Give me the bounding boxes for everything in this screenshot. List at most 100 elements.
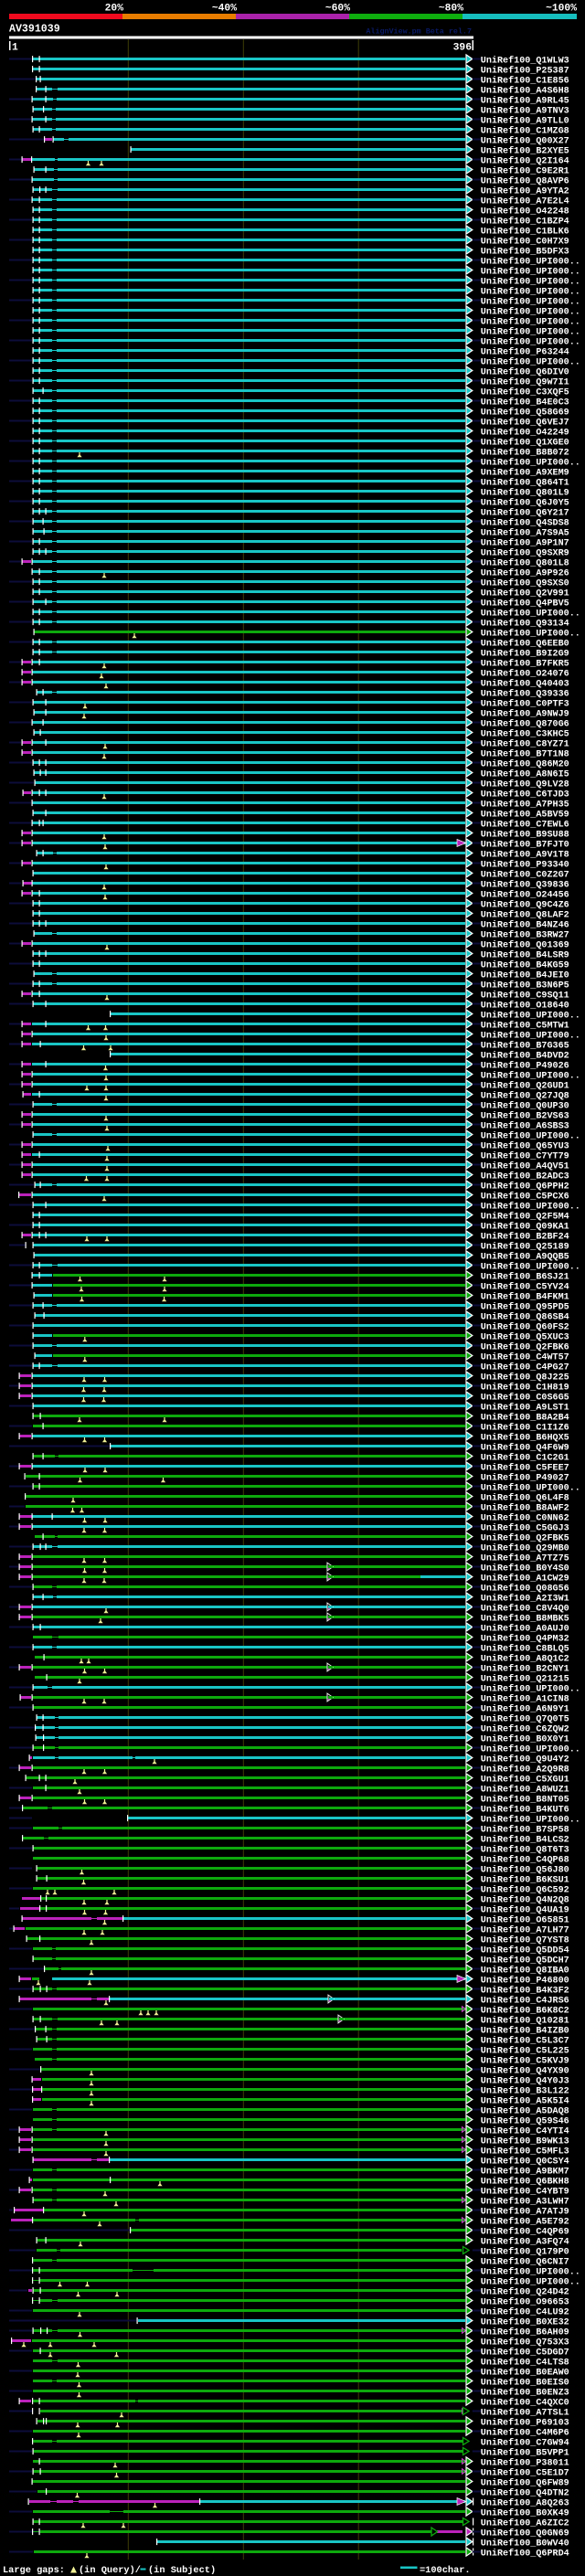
svg-text:UniRef100_B8AWF2: UniRef100_B8AWF2 bbox=[481, 1503, 569, 1514]
svg-text:UniRef100_Q2GUD1: UniRef100_Q2GUD1 bbox=[481, 1081, 569, 1092]
svg-text:UniRef100_C4YTI4: UniRef100_C4YTI4 bbox=[481, 2126, 569, 2137]
svg-text:UniRef100_Q00X27: UniRef100_Q00X27 bbox=[481, 136, 569, 147]
svg-text:UniRef100_P93340: UniRef100_P93340 bbox=[481, 860, 569, 871]
svg-text:UniRef100_B4E0C3: UniRef100_B4E0C3 bbox=[481, 398, 569, 408]
svg-text:UniRef100_Q1WLW3: UniRef100_Q1WLW3 bbox=[481, 56, 569, 67]
svg-text:UniRef100_Q2V991: UniRef100_Q2V991 bbox=[481, 588, 569, 599]
svg-text:UniRef100_UPI000..: UniRef100_UPI000.. bbox=[481, 317, 580, 328]
svg-text:UniRef100_A5BV59: UniRef100_A5BV59 bbox=[481, 810, 569, 821]
svg-text:UniRef100_A8WUZ1: UniRef100_A8WUZ1 bbox=[481, 1785, 569, 1796]
svg-text:UniRef100_A9BKM7: UniRef100_A9BKM7 bbox=[481, 2167, 569, 2178]
svg-text:UniRef100_Q6C592: UniRef100_Q6C592 bbox=[481, 1885, 569, 1896]
svg-text:UniRef100_B6HQX5: UniRef100_B6HQX5 bbox=[481, 1433, 569, 1444]
svg-text:UniRef100_A9XEM9: UniRef100_A9XEM9 bbox=[481, 468, 569, 479]
svg-text:UniRef100_UPI000..: UniRef100_UPI000.. bbox=[481, 1202, 580, 1213]
svg-text:UniRef100_B8NT05: UniRef100_B8NT05 bbox=[481, 1795, 569, 1806]
svg-text:~60%: ~60% bbox=[325, 4, 350, 15]
svg-text:UniRef100_Q8IBA0: UniRef100_Q8IBA0 bbox=[481, 1966, 569, 1977]
svg-text:UniRef100_B6KSU1: UniRef100_B6KSU1 bbox=[481, 1875, 569, 1886]
svg-text:UniRef100_C9SQ11: UniRef100_C9SQ11 bbox=[481, 991, 569, 1002]
svg-text:UniRef100_Q9SXR9: UniRef100_Q9SXR9 bbox=[481, 548, 569, 559]
svg-text:UniRef100_C0PTF3: UniRef100_C0PTF3 bbox=[481, 699, 569, 710]
svg-text:UniRef100_B4DVD2: UniRef100_B4DVD2 bbox=[481, 1051, 569, 1062]
svg-text:UniRef100_B7T1N8: UniRef100_B7T1N8 bbox=[481, 749, 569, 760]
svg-text:396: 396 bbox=[453, 43, 473, 54]
svg-text:UniRef100_Q753X3: UniRef100_Q753X3 bbox=[481, 2337, 569, 2348]
svg-text:UniRef100_Q4PBV5: UniRef100_Q4PBV5 bbox=[481, 599, 569, 610]
svg-text:UniRef100_C1BLK6: UniRef100_C1BLK6 bbox=[481, 227, 569, 238]
svg-text:UniRef100_B6SJ21: UniRef100_B6SJ21 bbox=[481, 1272, 569, 1283]
svg-text:UniRef100_Q9LV28: UniRef100_Q9LV28 bbox=[481, 779, 569, 790]
svg-text:UniRef100_C4QP68: UniRef100_C4QP68 bbox=[481, 1855, 569, 1866]
svg-text:UniRef100_A1CW29: UniRef100_A1CW29 bbox=[481, 1574, 569, 1585]
svg-text:UniRef100_B4NZ46: UniRef100_B4NZ46 bbox=[481, 920, 569, 931]
svg-text:UniRef100_Q6BKH8: UniRef100_Q6BKH8 bbox=[481, 2177, 569, 2188]
svg-text:UniRef100_P63244: UniRef100_P63244 bbox=[481, 347, 569, 358]
svg-text:UniRef100_B3L122: UniRef100_B3L122 bbox=[481, 2086, 569, 2097]
svg-text:UniRef100_B4KUT6: UniRef100_B4KUT6 bbox=[481, 1805, 569, 1816]
svg-text:UniRef100_C5MFL3: UniRef100_C5MFL3 bbox=[481, 2147, 569, 2157]
svg-text:UniRef100_Q1XGE0: UniRef100_Q1XGE0 bbox=[481, 438, 569, 449]
svg-text:UniRef100_A3LWH7: UniRef100_A3LWH7 bbox=[481, 2197, 569, 2208]
svg-text:UniRef100_C6TJD3: UniRef100_C6TJD3 bbox=[481, 790, 569, 800]
svg-text:UniRef100_Q10281: UniRef100_Q10281 bbox=[481, 2016, 569, 2027]
svg-text:UniRef100_C8V4Q0: UniRef100_C8V4Q0 bbox=[481, 1604, 569, 1615]
svg-text:UniRef100_UPI000..: UniRef100_UPI000.. bbox=[481, 307, 580, 318]
svg-text:UniRef100_B0ENZ3: UniRef100_B0ENZ3 bbox=[481, 2388, 569, 2399]
svg-text:UniRef100_Q4N2Q8: UniRef100_Q4N2Q8 bbox=[481, 1895, 569, 1906]
svg-text:UniRef100_A5DAQ8: UniRef100_A5DAQ8 bbox=[481, 2106, 569, 2117]
svg-text:UniRef100_UPI000..: UniRef100_UPI000.. bbox=[481, 609, 580, 620]
svg-text:UniRef100_B4JEI0: UniRef100_B4JEI0 bbox=[481, 970, 569, 981]
svg-text:UniRef100_Q9SXS0: UniRef100_Q9SXS0 bbox=[481, 578, 569, 589]
svg-text:UniRef100_A9TNV3: UniRef100_A9TNV3 bbox=[481, 106, 569, 117]
svg-text:UniRef100_UPI000..: UniRef100_UPI000.. bbox=[481, 297, 580, 308]
svg-text:UniRef100_Q0GN69: UniRef100_Q0GN69 bbox=[481, 2528, 569, 2539]
svg-text:UniRef100_UPI000..: UniRef100_UPI000.. bbox=[481, 1684, 580, 1695]
svg-text:UniRef100_B2BF24: UniRef100_B2BF24 bbox=[481, 1232, 569, 1243]
svg-text:UniRef100_Q09KA1: UniRef100_Q09KA1 bbox=[481, 1222, 569, 1233]
svg-text:UniRef100_C4WT57: UniRef100_C4WT57 bbox=[481, 1352, 569, 1363]
svg-text:UniRef100_B0XK49: UniRef100_B0XK49 bbox=[481, 2508, 569, 2519]
svg-text:UniRef100_Q4PM32: UniRef100_Q4PM32 bbox=[481, 1634, 569, 1645]
svg-text:UniRef100_B2XYE5: UniRef100_B2XYE5 bbox=[481, 146, 569, 157]
svg-text:UniRef100_C0S6G5: UniRef100_C0S6G5 bbox=[481, 1393, 569, 1404]
svg-text:UniRef100_Q6J0Y5: UniRef100_Q6J0Y5 bbox=[481, 498, 569, 509]
svg-text:UniRef100_B0XE32: UniRef100_B0XE32 bbox=[481, 2317, 569, 2328]
svg-text:UniRef100_B7G365: UniRef100_B7G365 bbox=[481, 1041, 569, 1052]
svg-text:UniRef100_B7FJT0: UniRef100_B7FJT0 bbox=[481, 840, 569, 851]
svg-text:UniRef100_UPI000..: UniRef100_UPI000.. bbox=[481, 357, 580, 368]
svg-text:UniRef100_B4LCS2: UniRef100_B4LCS2 bbox=[481, 1835, 569, 1846]
svg-text:UniRef100_A6ZIC2: UniRef100_A6ZIC2 bbox=[481, 2518, 569, 2529]
svg-text:UniRef100_Q6PPH2: UniRef100_Q6PPH2 bbox=[481, 1182, 569, 1193]
svg-text:UniRef100_A7ATJ9: UniRef100_A7ATJ9 bbox=[481, 2207, 569, 2218]
svg-text:UniRef100_C4LTS8: UniRef100_C4LTS8 bbox=[481, 2358, 569, 2369]
svg-text:UniRef100_Q6L4F8: UniRef100_Q6L4F8 bbox=[481, 1493, 569, 1504]
svg-text:(in Query)/: (in Query)/ bbox=[79, 2565, 141, 2576]
svg-text:UniRef100_C4QXC0: UniRef100_C4QXC0 bbox=[481, 2398, 569, 2409]
svg-text:UniRef100_A9NWJ9: UniRef100_A9NWJ9 bbox=[481, 709, 569, 720]
svg-text:UniRef100_B5VPP1: UniRef100_B5VPP1 bbox=[481, 2448, 569, 2459]
svg-text:UniRef100_B6AH09: UniRef100_B6AH09 bbox=[481, 2327, 569, 2338]
svg-text:UniRef100_B2VS63: UniRef100_B2VS63 bbox=[481, 1111, 569, 1122]
svg-text:UniRef100_B7FKR5: UniRef100_B7FKR5 bbox=[481, 659, 569, 670]
svg-text:UniRef100_C5XGU1: UniRef100_C5XGU1 bbox=[481, 1775, 569, 1786]
svg-text:UniRef100_Q6DIV0: UniRef100_Q6DIV0 bbox=[481, 367, 569, 378]
svg-text:UniRef100_A7LH77: UniRef100_A7LH77 bbox=[481, 1925, 569, 1936]
svg-text:UniRef100_B6K8C2: UniRef100_B6K8C2 bbox=[481, 2006, 569, 2017]
svg-text:UniRef100_C7YT79: UniRef100_C7YT79 bbox=[481, 1151, 569, 1162]
svg-text:UniRef100_O18640: UniRef100_O18640 bbox=[481, 1001, 569, 1012]
svg-text:UniRef100_C4M6P6: UniRef100_C4M6P6 bbox=[481, 2428, 569, 2439]
svg-text:UniRef100_A7PH35: UniRef100_A7PH35 bbox=[481, 800, 569, 811]
svg-text:UniRef100_B4KG59: UniRef100_B4KG59 bbox=[481, 960, 569, 971]
svg-text:UniRef100_Q27JQ8: UniRef100_Q27JQ8 bbox=[481, 1091, 569, 1102]
svg-text:UniRef100_Q870G6: UniRef100_Q870G6 bbox=[481, 719, 569, 730]
svg-text:~100%: ~100% bbox=[546, 4, 577, 15]
svg-text:UniRef100_UPI000..: UniRef100_UPI000.. bbox=[481, 458, 580, 469]
svg-text:UniRef100_B4LSR9: UniRef100_B4LSR9 bbox=[481, 950, 569, 961]
svg-text:UniRef100_Q65YU3: UniRef100_Q65YU3 bbox=[481, 1141, 569, 1152]
svg-text:UniRef100_Q6FW89: UniRef100_Q6FW89 bbox=[481, 2478, 569, 2489]
svg-text:UniRef100_Q08G56: UniRef100_Q08G56 bbox=[481, 1584, 569, 1595]
svg-text:UniRef100_B0X0Y1: UniRef100_B0X0Y1 bbox=[481, 1734, 569, 1745]
svg-text:UniRef100_B0EAW0: UniRef100_B0EAW0 bbox=[481, 2368, 569, 2379]
svg-text:UniRef100_UPI000..: UniRef100_UPI000.. bbox=[481, 277, 580, 288]
